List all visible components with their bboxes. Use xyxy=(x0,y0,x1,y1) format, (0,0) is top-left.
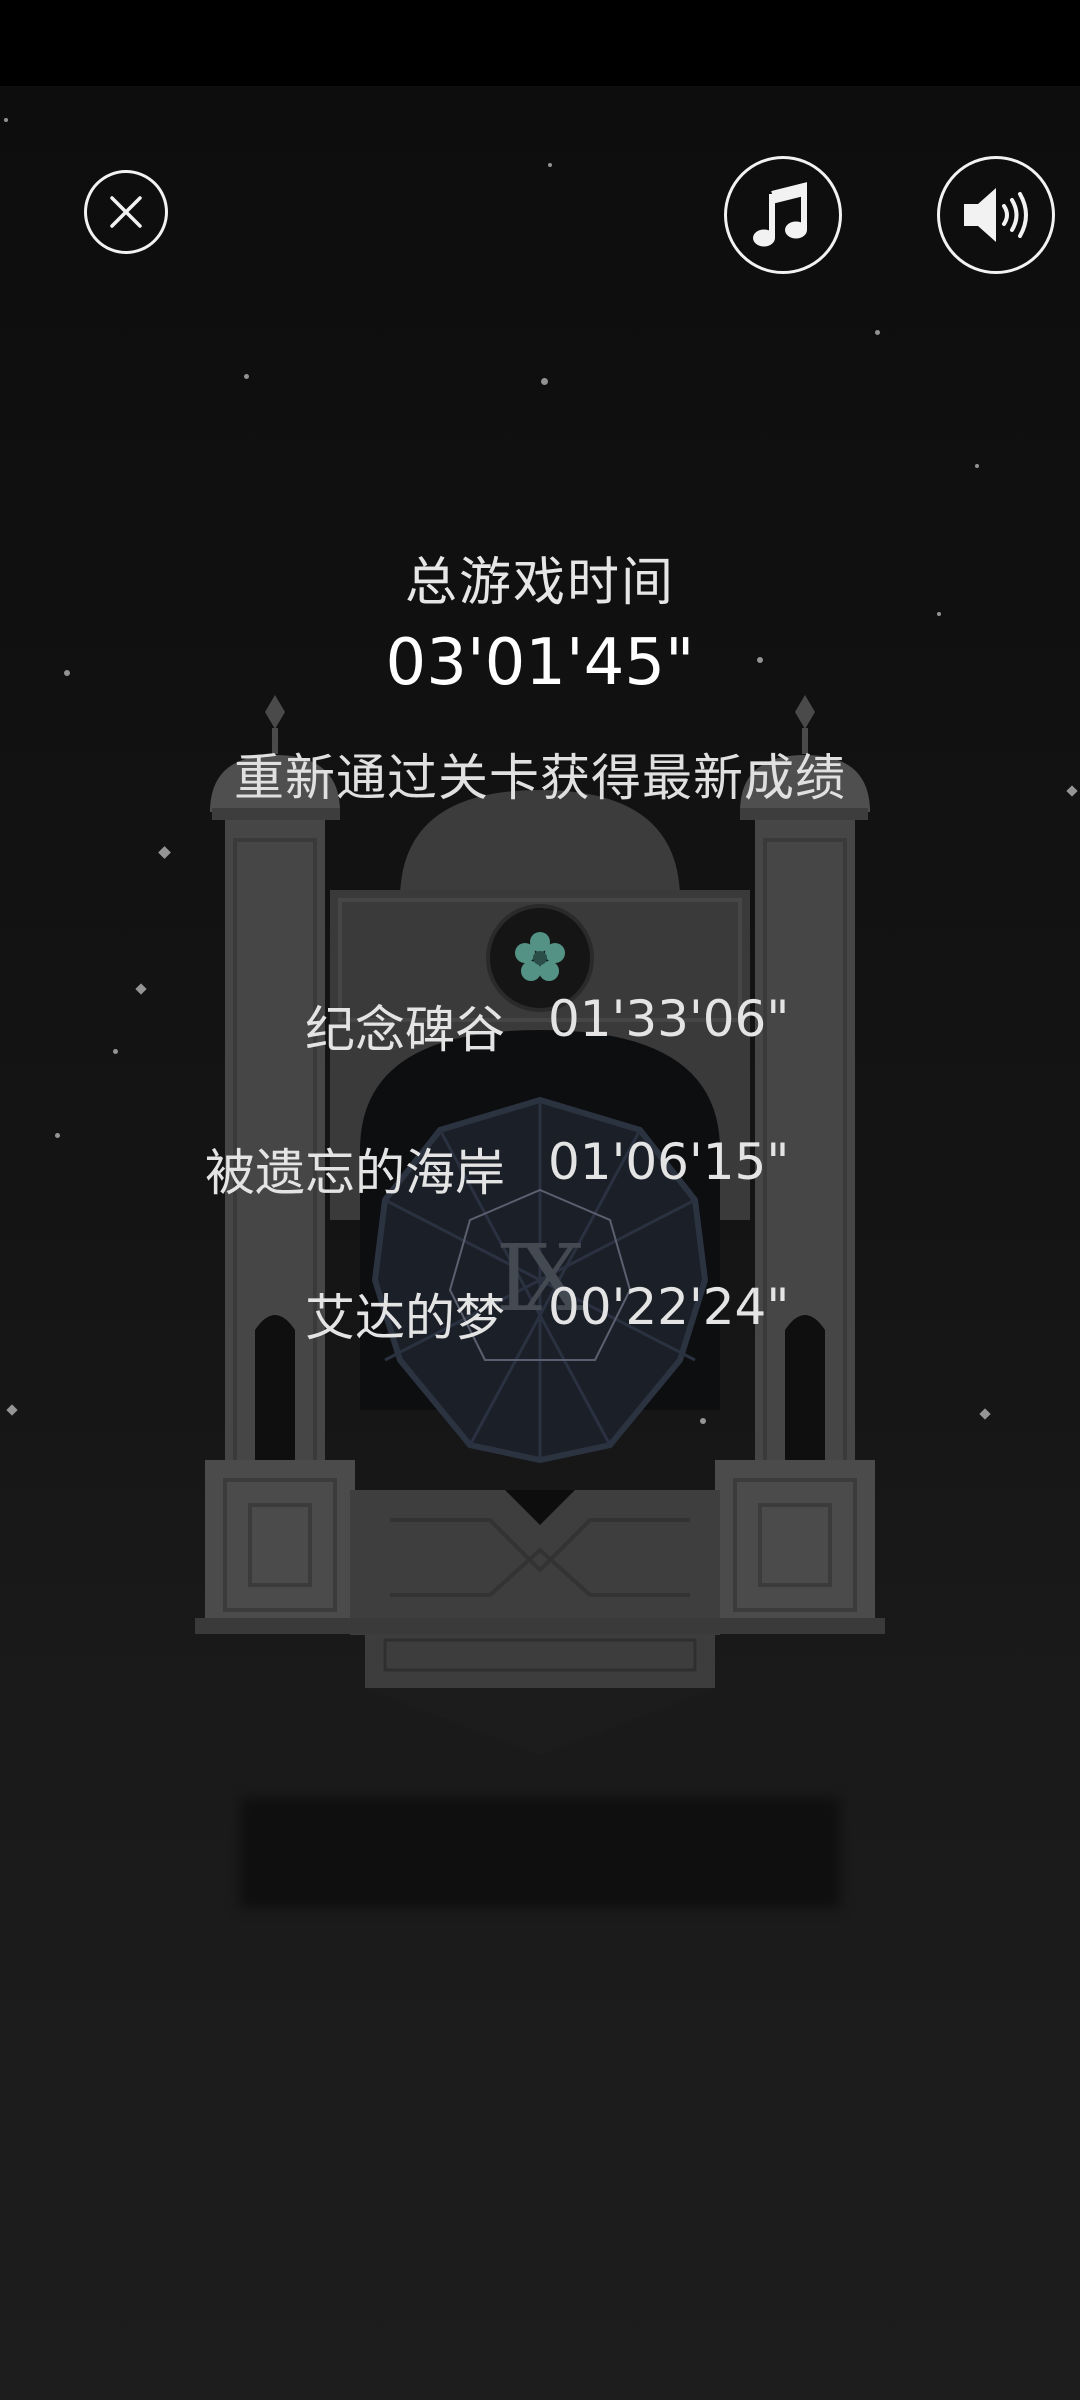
level-time: 01'33'06" xyxy=(548,990,790,1048)
close-icon xyxy=(110,196,142,228)
level-name: 艾达的梦 xyxy=(305,1289,505,1347)
sound-toggle-button[interactable] xyxy=(937,156,1055,274)
close-button[interactable] xyxy=(84,170,168,254)
total-time-value: 03'01'45" xyxy=(385,626,695,700)
replay-hint: 重新通过关卡获得最新成绩 xyxy=(234,749,846,807)
speaker-volume-icon xyxy=(964,188,1028,242)
music-note-icon xyxy=(753,182,807,247)
level-time-row: 被遗忘的海岸 01'06'15" xyxy=(0,1133,1080,1203)
total-time-label: 总游戏时间 xyxy=(404,553,675,613)
monument-illustration: Ⅸ xyxy=(195,695,885,1755)
game-screen: Ⅸ 总游戏时间 03'01'45" 重新通过关卡获得最新成绩 纪念碑谷 01'3… xyxy=(0,0,1080,2400)
level-time-row: 纪念碑谷 01'33'06" xyxy=(0,990,1080,1060)
level-time: 01'06'15" xyxy=(548,1133,790,1191)
music-toggle-button[interactable] xyxy=(724,156,842,274)
floor-shadow xyxy=(240,1798,840,1908)
level-name: 被遗忘的海岸 xyxy=(205,1144,505,1202)
status-bar xyxy=(0,0,1080,86)
level-name: 纪念碑谷 xyxy=(305,1001,505,1059)
level-time: 00'22'24" xyxy=(548,1278,790,1336)
level-time-row: 艾达的梦 00'22'24" xyxy=(0,1278,1080,1348)
